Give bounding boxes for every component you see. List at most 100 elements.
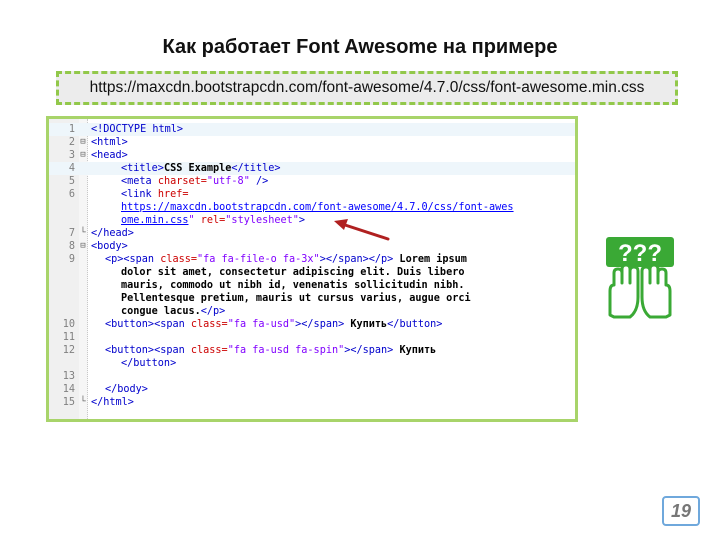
code-token: class= xyxy=(160,254,198,265)
code-token: <meta xyxy=(121,176,158,187)
line-number: 1 xyxy=(68,124,75,135)
hands-question-icon: ??? xyxy=(606,237,674,319)
code-text: <button><span class="fa fa-usd fa-spin">… xyxy=(105,344,436,357)
code-line: 2 ⊟ <html> xyxy=(49,136,575,149)
code-line: mauris, commodo ut nibh id, venenatis so… xyxy=(49,279,575,292)
code-text: <body> xyxy=(91,240,128,253)
help-icon-label: ??? xyxy=(618,240,662,267)
code-text: </html> xyxy=(91,396,134,409)
code-token: href= xyxy=(157,189,189,200)
code-token: https://maxcdn.bootstrapcdn.com/font-awe… xyxy=(121,202,514,213)
code-token: </button> xyxy=(387,319,443,330)
code-token: class= xyxy=(190,319,228,330)
code-line: dolor sit amet, consectetur adipiscing e… xyxy=(49,266,575,279)
code-text: Pellentesque pretium, mauris ut cursus v… xyxy=(121,292,471,305)
code-token: <!DOCTYPE html> xyxy=(91,124,184,135)
code-token: </button> xyxy=(121,358,177,369)
code-editor-panel: 1 <!DOCTYPE html> 2 ⊟ <html> 3 ⊟ <head> 4 <title>… xyxy=(46,116,578,422)
fold-marker-icon[interactable]: ⊟ xyxy=(79,240,87,253)
code-line: https://maxcdn.bootstrapcdn.com/font-awe… xyxy=(49,201,575,214)
code-token: /> xyxy=(249,176,269,187)
code-token: <p><span xyxy=(105,254,161,265)
line-number: 2 xyxy=(68,137,75,148)
code-line: 3 ⊟ <head> xyxy=(49,149,575,162)
code-token: </title> xyxy=(231,163,281,174)
code-line: 7 └ </head> xyxy=(49,227,575,240)
code-text: <title>CSS Example</title> xyxy=(121,162,280,175)
slide-title: Как работает Font Awesome на примере xyxy=(162,36,558,58)
code-text: <meta charset="utf-8" /> xyxy=(121,175,268,188)
code-token: <link xyxy=(121,189,158,200)
line-number: 3 xyxy=(68,150,75,161)
code-line: 4 <title>CSS Example</title> xyxy=(49,162,575,175)
fold-marker-icon[interactable]: ⊟ xyxy=(79,136,87,149)
line-number: 5 xyxy=(68,176,75,187)
code-token: congue lacus. xyxy=(121,306,201,317)
code-token: ></span> xyxy=(295,319,345,330)
code-token: <body> xyxy=(91,241,128,252)
code-line: </button> xyxy=(49,357,575,370)
code-line: 6 <link href= xyxy=(49,188,575,201)
code-text: mauris, commodo ut nibh id, venenatis so… xyxy=(121,279,464,292)
code-token: dolor sit amet, consectetur adipiscing e… xyxy=(121,267,465,278)
code-line: 5 <meta charset="utf-8" /> xyxy=(49,175,575,188)
code-text: dolor sit amet, consectetur adipiscing e… xyxy=(121,266,464,279)
code-token: Купить xyxy=(393,345,437,356)
code-token: <html> xyxy=(91,137,128,148)
cdn-url-box: https://maxcdn.bootstrapcdn.com/font-awe… xyxy=(56,71,678,105)
code-token: </html> xyxy=(91,397,134,408)
line-number: 10 xyxy=(62,319,75,330)
code-line: 13 xyxy=(49,370,575,383)
line-number: 6 xyxy=(68,189,75,200)
cdn-url-text: https://maxcdn.bootstrapcdn.com/font-awe… xyxy=(89,79,645,96)
code-token: <button><span xyxy=(105,319,191,330)
code-token: Lorem ipsum xyxy=(393,254,467,265)
page-number: 19 xyxy=(662,496,700,526)
code-line: ome.min.css" rel="stylesheet"> xyxy=(49,214,575,227)
code-token: </body> xyxy=(105,384,148,395)
code-line: Pellentesque pretium, mauris ut cursus v… xyxy=(49,292,575,305)
fold-marker-icon: └ xyxy=(80,228,86,238)
code-token: rel= xyxy=(200,215,226,226)
code-line: 1 <!DOCTYPE html> xyxy=(49,123,575,136)
code-token: class= xyxy=(190,345,228,356)
code-text: <!DOCTYPE html> xyxy=(91,123,183,136)
code-token: "fa fa-file-o fa-3x" xyxy=(197,254,320,265)
line-number: 12 xyxy=(62,345,75,356)
fold-marker-icon: └ xyxy=(80,397,86,407)
line-number: 11 xyxy=(62,332,75,343)
code-token: "fa fa-usd" xyxy=(227,319,296,330)
line-number: 4 xyxy=(68,163,75,174)
line-number: 8 xyxy=(68,241,75,252)
code-token: <title> xyxy=(121,163,164,174)
code-text: https://maxcdn.bootstrapcdn.com/font-awe… xyxy=(121,201,514,214)
code-text: </body> xyxy=(105,383,148,396)
code-token: ></span></p> xyxy=(319,254,394,265)
line-number: 13 xyxy=(62,371,75,382)
code-text: <link href= xyxy=(121,188,188,201)
code-line: congue lacus.</p> xyxy=(49,305,575,318)
code-text: <button><span class="fa fa-usd"></span> … xyxy=(105,318,442,331)
code-token: <head> xyxy=(91,150,128,161)
code-text: </button> xyxy=(121,357,176,370)
code-line: 9 <p><span class="fa fa-file-o fa-3x"></s… xyxy=(49,253,575,266)
code-token: </p> xyxy=(200,306,226,317)
line-number: 9 xyxy=(68,254,75,265)
code-token: CSS Example xyxy=(163,163,232,174)
code-token: "fa fa-usd fa-spin" xyxy=(227,345,345,356)
code-token: "utf-8" xyxy=(206,176,250,187)
code-text: <html> xyxy=(91,136,128,149)
line-number: 14 xyxy=(62,384,75,395)
code-token: <button><span xyxy=(105,345,191,356)
fold-marker-icon[interactable]: ⊟ xyxy=(79,149,87,162)
code-token: ></span> xyxy=(344,345,394,356)
code-line: 12 <button><span class="fa fa-usd fa-spin… xyxy=(49,344,575,357)
code-token: > xyxy=(298,215,306,226)
code-text: congue lacus.</p> xyxy=(121,305,225,318)
line-number: 15 xyxy=(62,397,75,408)
code-line: 8 ⊟ <body> xyxy=(49,240,575,253)
pointer-arrow-icon xyxy=(334,219,390,241)
code-token: "stylesheet" xyxy=(225,215,299,226)
code-line: 14 </body> xyxy=(49,383,575,396)
code-token: ome.min.css xyxy=(121,215,189,226)
